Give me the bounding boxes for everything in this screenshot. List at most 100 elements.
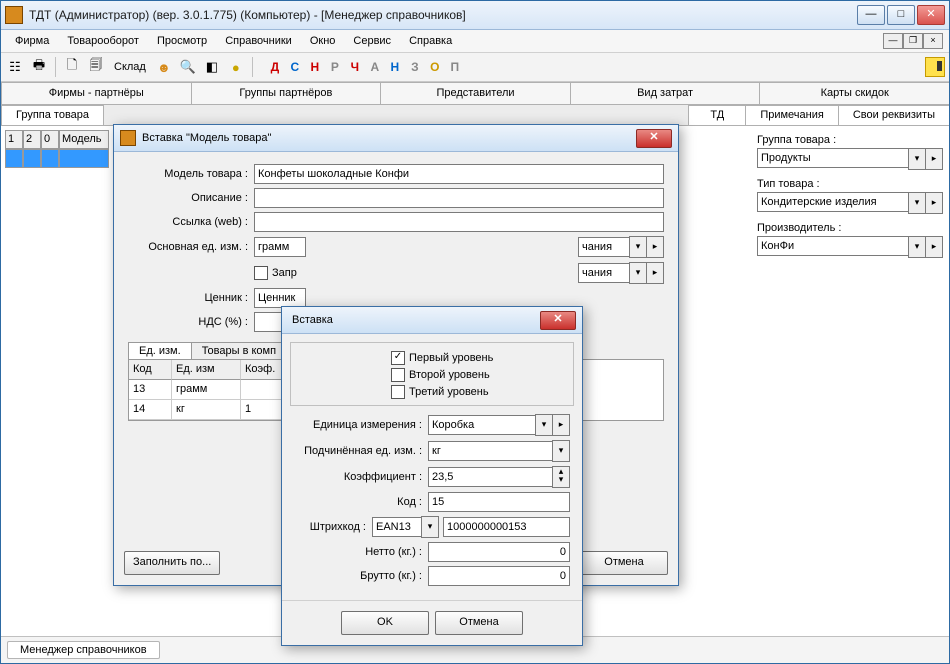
desc-input[interactable] [254,188,664,208]
doc-new-icon[interactable]: 🗋 [62,57,82,77]
lg-col-1[interactable]: 1 [5,130,23,149]
model-input[interactable]: Конфеты шоколадные Конфи [254,164,664,184]
dlg2-netto-input[interactable]: 0 [428,542,570,562]
exit-icon[interactable] [925,57,945,77]
tab-notes[interactable]: Примечания [745,105,839,125]
rp-maker-go[interactable]: ▸ [925,236,943,258]
minimize-button[interactable]: — [857,5,885,25]
rp-type-input[interactable]: Кондитерские изделия [757,192,909,212]
lg-col-3[interactable]: 0 [41,130,59,149]
dlg2-barcode-type[interactable]: EAN13 [372,517,422,537]
subtab-components[interactable]: Товары в комп [191,342,287,359]
menu-view[interactable]: Просмотр [149,33,215,49]
tab-reps[interactable]: Представители [380,82,571,104]
rp-type-dd[interactable]: ▾ [908,192,926,214]
letter-p[interactable]: П [447,60,463,74]
letter-n2[interactable]: Н [387,60,403,74]
letter-d[interactable]: Д [267,60,283,74]
maximize-button[interactable]: □ [887,5,915,25]
gcol-unit[interactable]: Ед. изм [172,360,241,380]
tab-group[interactable]: Группа товара [1,105,104,125]
letter-r[interactable]: Р [327,60,343,74]
right-panel: Группа товара : Продукты ▾ ▸ Тип товара … [757,134,943,266]
dlg2-cancel[interactable]: Отмена [435,611,523,635]
dlg2-barcode-dd[interactable]: ▾ [421,516,439,538]
subtab-units[interactable]: Ед. изм. [128,342,192,359]
tab-own-details[interactable]: Свои реквизиты [838,105,950,125]
menu-help[interactable]: Справка [401,33,460,49]
pack-suffix2[interactable]: чания [578,263,630,283]
letter-n[interactable]: Н [307,60,323,74]
rp-group-dd[interactable]: ▾ [908,148,926,170]
tab-expenses[interactable]: Вид затрат [570,82,761,104]
mdi-close[interactable]: × [923,33,943,49]
lg-col-2[interactable]: 2 [23,130,41,149]
status-tab[interactable]: Менеджер справочников [7,641,160,659]
lg-col-model[interactable]: Модель т [59,130,109,149]
toolbar-sklad[interactable]: Склад [110,61,150,73]
doc-copy-icon[interactable]: 🗐 [86,57,106,77]
dlg2-code-input[interactable]: 15 [428,492,570,512]
mdi-restore[interactable]: ❐ [903,33,923,49]
dlg2-title: Вставка [288,314,540,326]
pack-dd2[interactable]: ▾ [629,262,647,284]
dlg2-barcode-input[interactable]: 1000000000153 [443,517,570,537]
dlg1-close[interactable]: ✕ [636,129,672,148]
menu-firma[interactable]: Фирма [7,33,57,49]
dlg2-sub-dd[interactable]: ▾ [552,440,570,462]
menu-turnover[interactable]: Товарооборот [59,33,147,49]
pack-go1[interactable]: ▸ [646,236,664,258]
dlg2-sub-input[interactable]: кг [428,441,553,461]
tab-td[interactable]: ТД [688,105,746,125]
face-icon[interactable]: ☻ [154,57,174,77]
dlg2-coef-input[interactable]: 23,5 [428,467,553,487]
gcol-code[interactable]: Код [129,360,172,380]
letter-z[interactable]: З [407,60,423,74]
link-input[interactable] [254,212,664,232]
letter-ch[interactable]: Ч [347,60,363,74]
sub-tabs: Группа товара Модель т ТД Примечания Сво… [1,105,949,126]
unit-input[interactable]: грамм [254,237,306,257]
rp-group-go[interactable]: ▸ [925,148,943,170]
pack-go2[interactable]: ▸ [646,262,664,284]
letter-o[interactable]: О [427,60,443,74]
coin-icon[interactable]: ● [226,57,246,77]
letter-s[interactable]: С [287,60,303,74]
rp-group-input[interactable]: Продукты [757,148,909,168]
rp-maker-input[interactable]: КонФи [757,236,909,256]
lg-cell-sel[interactable] [5,149,23,168]
fill-by-button[interactable]: Заполнить по... [124,551,220,575]
price-input[interactable]: Ценник [254,288,306,308]
toolbar-icon-6[interactable]: ◧ [202,57,222,77]
dlg2-coef-spin[interactable]: ▴▾ [552,466,570,488]
tab-partner-groups[interactable]: Группы партнёров [191,82,382,104]
mdi-minimize[interactable]: — [883,33,903,49]
dlg2-unit-go[interactable]: ▸ [552,414,570,436]
tab-firms[interactable]: Фирмы - партнёры [1,82,192,104]
letter-a[interactable]: А [367,60,383,74]
chk-zapr[interactable] [254,266,268,280]
rp-type-go[interactable]: ▸ [925,192,943,214]
chk-lvl3[interactable] [391,385,405,399]
chk-lvl1[interactable]: ✓ [391,351,405,365]
dlg2-unit-dd[interactable]: ▾ [535,414,553,436]
dlg2-brutto-input[interactable]: 0 [428,566,570,586]
menu-window[interactable]: Окно [302,33,344,49]
dlg2-close[interactable]: ✕ [540,311,576,330]
toolbar-icon-1[interactable]: ☷ [5,57,25,77]
dlg2-unit-input[interactable]: Коробка [428,415,536,435]
menu-catalogs[interactable]: Справочники [217,33,300,49]
tab-discount-cards[interactable]: Карты скидок [759,82,950,104]
rp-maker-dd[interactable]: ▾ [908,236,926,258]
lvl2-label: Второй уровень [409,369,490,381]
print-icon[interactable]: 🖶 [29,57,49,77]
search-icon[interactable]: 🔍 [178,57,198,77]
pack-suffix1[interactable]: чания [578,237,630,257]
close-button[interactable]: ✕ [917,5,945,25]
pack-dd1[interactable]: ▾ [629,236,647,258]
price-label: Ценник : [128,292,254,304]
dlg2-ok[interactable]: OK [341,611,429,635]
dlg1-cancel[interactable]: Отмена [580,551,668,575]
chk-lvl2[interactable] [391,368,405,382]
menu-service[interactable]: Сервис [345,33,399,49]
